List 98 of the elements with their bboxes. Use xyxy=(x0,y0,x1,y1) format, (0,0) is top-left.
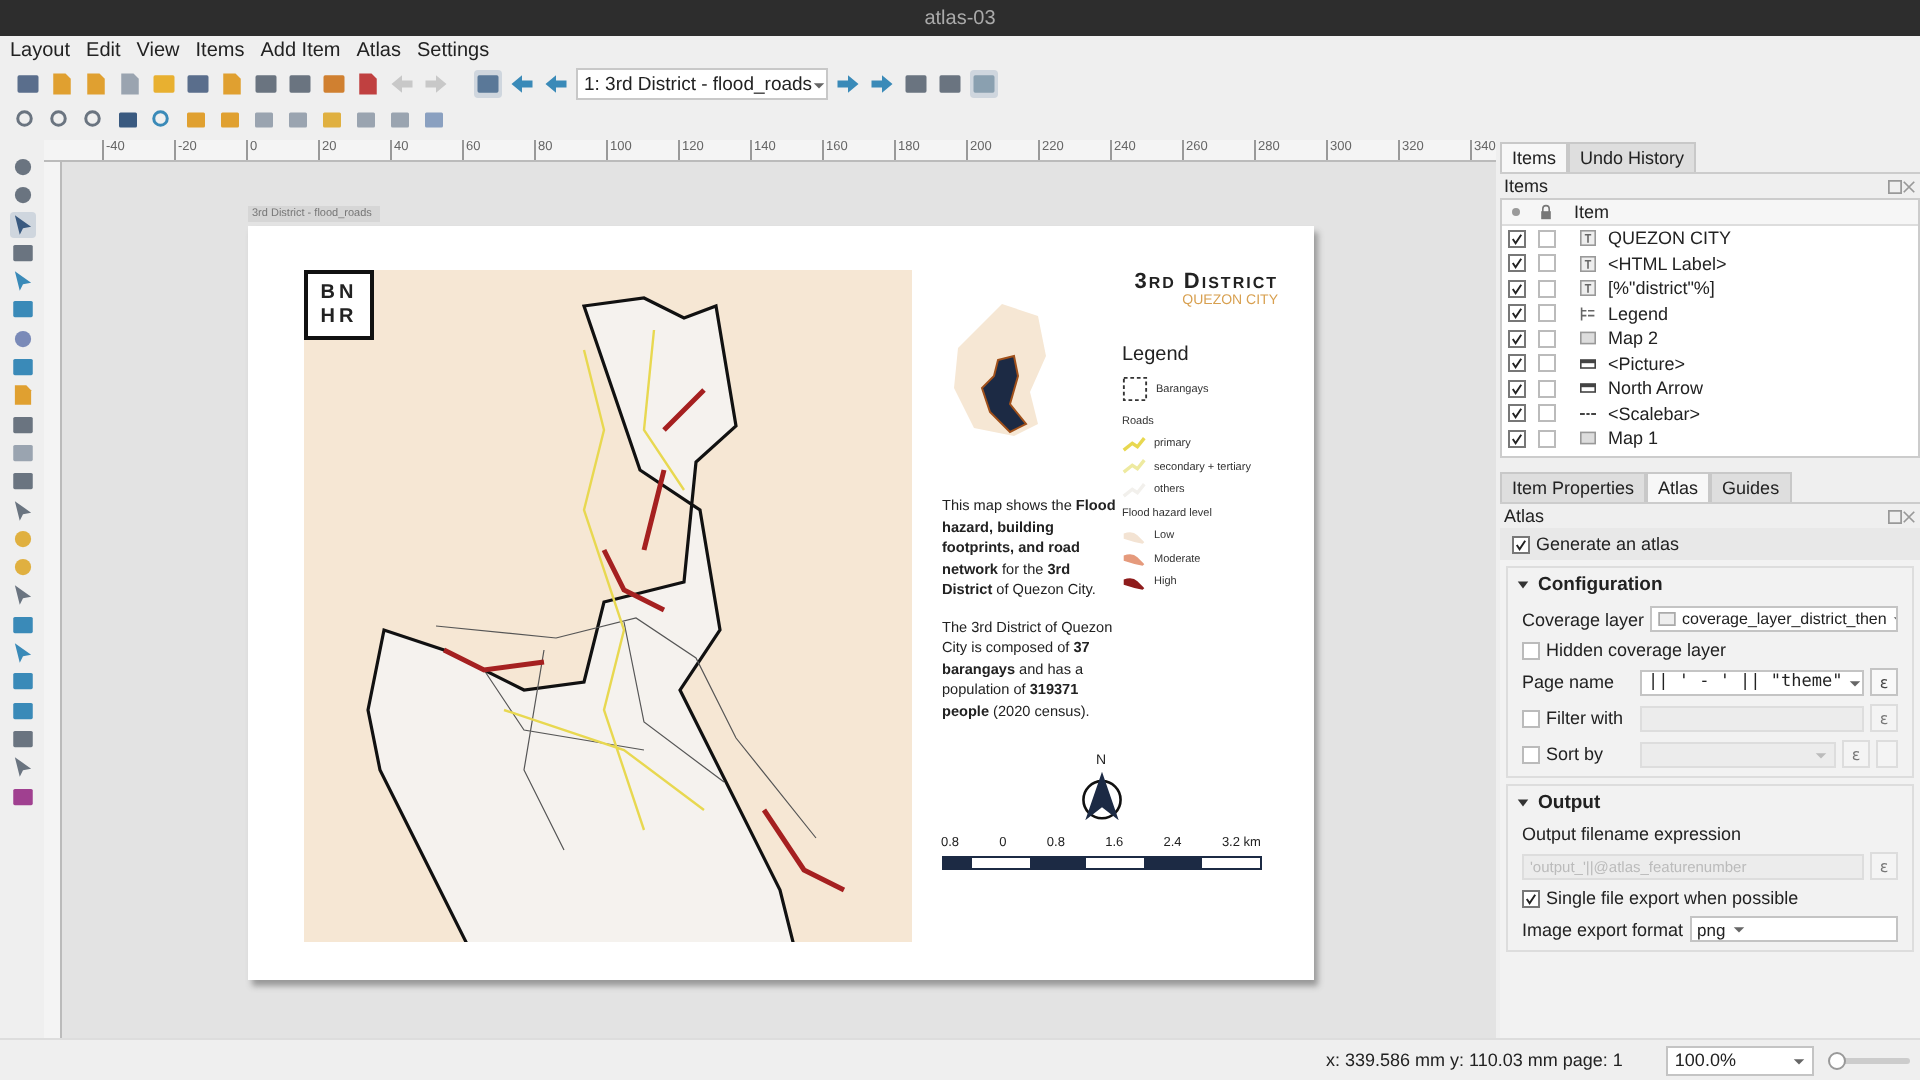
legend-title: Legend xyxy=(1122,344,1191,366)
document-icon[interactable] xyxy=(48,70,76,98)
visibility-checkbox[interactable] xyxy=(1508,229,1526,248)
caret-icon xyxy=(1731,922,1746,936)
panel-tab[interactable]: Undo History xyxy=(1568,142,1697,172)
expression-button[interactable]: ε xyxy=(1870,852,1898,880)
caret-icon xyxy=(1814,747,1828,761)
visibility-checkbox[interactable] xyxy=(1508,379,1526,398)
lock-checkbox[interactable] xyxy=(1538,229,1556,248)
item-list-entry[interactable]: <HTML Label> xyxy=(1608,253,1727,274)
atlas-page-dropdown[interactable]: 1: 3rd District - flood_roads xyxy=(576,68,828,100)
lock-checkbox[interactable] xyxy=(1538,279,1556,298)
item-list-entry[interactable]: <Scalebar> xyxy=(1608,403,1701,424)
last-icon[interactable] xyxy=(868,70,896,98)
field-label: Page name xyxy=(1522,672,1617,692)
zoom-slider[interactable] xyxy=(1830,1057,1911,1063)
visibility-checkbox[interactable] xyxy=(1508,279,1526,298)
text-item-icon xyxy=(1580,280,1596,297)
visibility-checkbox[interactable] xyxy=(1508,304,1526,323)
lock-checkbox[interactable] xyxy=(1538,329,1556,348)
panel-tab[interactable]: Atlas xyxy=(1646,472,1711,502)
text-item-icon xyxy=(1580,230,1596,247)
arrow-icon[interactable] xyxy=(9,582,35,609)
field-label: Image export format xyxy=(1522,919,1684,939)
legend-item-icon xyxy=(1580,305,1596,322)
first-icon[interactable] xyxy=(508,70,536,98)
eye-icon xyxy=(1508,204,1524,220)
image-format-dropdown[interactable]: png xyxy=(1689,916,1898,942)
document-icon[interactable] xyxy=(82,70,110,98)
hidden-coverage-checkbox[interactable]: Hidden coverage layer xyxy=(1522,640,1727,660)
document-icon[interactable] xyxy=(218,70,246,98)
logo-text: HR xyxy=(320,305,358,329)
visibility-checkbox[interactable] xyxy=(1508,404,1526,423)
field-label: Coverage layer xyxy=(1522,609,1645,629)
menu-item[interactable]: Add Item xyxy=(260,39,341,61)
window-title: atlas-03 xyxy=(924,7,996,29)
document-icon[interactable] xyxy=(116,70,144,98)
text-item-icon xyxy=(1580,255,1596,272)
visibility-checkbox[interactable] xyxy=(1508,329,1526,348)
column-header[interactable]: Item xyxy=(1574,202,1610,222)
visibility-checkbox[interactable] xyxy=(1508,354,1526,373)
menu-item[interactable]: View xyxy=(136,39,180,61)
expression-button[interactable]: ε xyxy=(1842,740,1870,768)
zoom-dropdown[interactable]: 100.0% xyxy=(1666,1045,1815,1075)
menu-item[interactable]: Settings xyxy=(416,39,490,61)
item-list-entry[interactable]: Map 1 xyxy=(1608,428,1659,449)
logo-text: BN xyxy=(320,281,358,305)
coverage-layer-dropdown[interactable]: coverage_layer_district_then xyxy=(1650,606,1898,632)
map-item-icon xyxy=(1580,430,1596,447)
lock-checkbox[interactable] xyxy=(1538,404,1556,423)
lock-checkbox[interactable] xyxy=(1538,354,1556,373)
next-icon[interactable] xyxy=(834,70,862,98)
caret-icon xyxy=(1848,675,1862,689)
section-header[interactable]: Output xyxy=(1508,786,1912,820)
dock-title: Items xyxy=(1504,176,1549,196)
section-header[interactable]: Configuration xyxy=(1508,568,1912,602)
menu-item[interactable]: Layout xyxy=(10,39,71,61)
caret-icon xyxy=(1792,1053,1807,1067)
item-list-entry[interactable]: QUEZON CITY xyxy=(1608,228,1732,249)
item-list-entry[interactable]: North Arrow xyxy=(1608,378,1704,399)
item-list-entry[interactable]: [%"district"%] xyxy=(1608,278,1715,299)
map-title: 3rd District xyxy=(1134,270,1278,294)
lock-checkbox[interactable] xyxy=(1538,429,1556,448)
lock-checkbox[interactable] xyxy=(1538,254,1556,273)
menu-item[interactable]: Items xyxy=(195,39,245,61)
map-item-icon xyxy=(1580,330,1596,347)
item-list-entry[interactable]: Map 2 xyxy=(1608,328,1659,349)
boundary-symbol-icon xyxy=(1122,376,1148,402)
menu-item[interactable]: Atlas xyxy=(356,39,401,61)
previous-icon[interactable] xyxy=(542,70,570,98)
item-list-entry[interactable]: Legend xyxy=(1608,303,1669,324)
visibility-checkbox[interactable] xyxy=(1508,429,1526,448)
menu-item[interactable]: Edit xyxy=(86,39,121,61)
select-icon[interactable] xyxy=(9,211,35,238)
page-name-field[interactable]: || ' - ' || "theme" xyxy=(1640,669,1864,695)
checkmark-icon xyxy=(1524,891,1538,905)
dock-buttons-icon[interactable] xyxy=(1888,179,1916,193)
panel-tab[interactable]: Guides xyxy=(1710,472,1792,502)
checkmark-icon xyxy=(1514,537,1528,551)
layer-icon xyxy=(1658,612,1677,626)
visibility-checkbox[interactable] xyxy=(1508,254,1526,273)
caret-icon xyxy=(1516,578,1530,592)
sort-checkbox[interactable]: Sort by xyxy=(1522,744,1634,764)
expression-button[interactable]: ε xyxy=(1870,704,1898,732)
panel-tab[interactable]: Item Properties xyxy=(1500,472,1647,502)
panel-tab[interactable]: Items xyxy=(1500,142,1569,172)
caret-icon xyxy=(1516,796,1530,810)
lock-checkbox[interactable] xyxy=(1538,304,1556,323)
filter-checkbox[interactable]: Filter with xyxy=(1522,708,1634,728)
single-file-checkbox[interactable]: Single file export when possible xyxy=(1522,888,1898,908)
expression-button[interactable]: ε xyxy=(1870,668,1898,696)
cursor-coordinates: x: 339.586 mm y: 110.03 mm page: 1 xyxy=(1326,1050,1623,1070)
caret-icon xyxy=(812,77,827,91)
field-label: Output filename expression xyxy=(1522,824,1744,844)
dock-title: Atlas xyxy=(1504,506,1545,526)
dock-buttons-icon[interactable] xyxy=(1888,509,1916,523)
item-list-entry[interactable]: <Picture> xyxy=(1608,353,1686,374)
lock-checkbox[interactable] xyxy=(1538,379,1556,398)
